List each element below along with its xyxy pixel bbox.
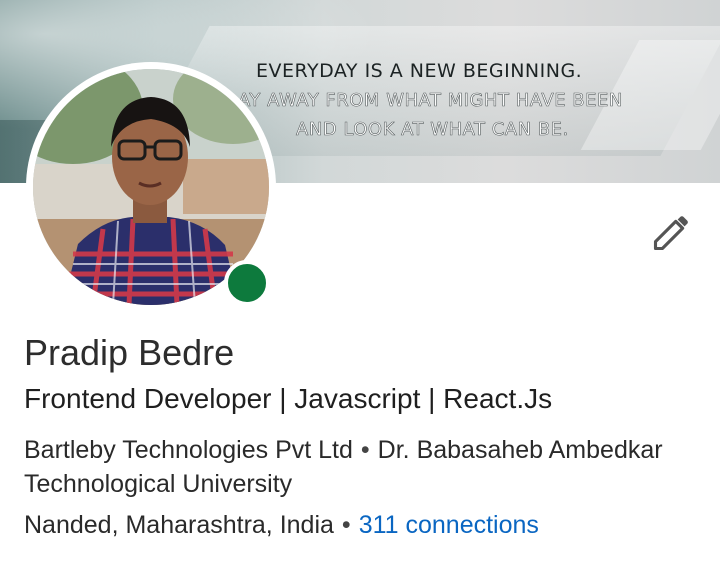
- profile-location: Nanded, Maharashtra, India: [24, 511, 334, 539]
- online-status-dot: [224, 260, 270, 306]
- separator-dot: •: [341, 511, 351, 539]
- profile-experience-education: Bartleby Technologies Pvt Ltd • Dr. Babasa…: [24, 433, 664, 501]
- separator-dot: •: [360, 436, 370, 464]
- banner-quote-line-3: AND LOOK AT WHAT CAN BE.: [296, 119, 569, 141]
- banner-quote-line-2: AY AWAY FROM WHAT MIGHT HAVE BEEN: [238, 90, 623, 111]
- pencil-icon: [653, 216, 688, 251]
- banner-quote-line-1: EVERYDAY IS A NEW BEGINNING.: [256, 60, 583, 82]
- edit-profile-button[interactable]: [646, 206, 698, 258]
- profile-page: EVERYDAY IS A NEW BEGINNING. AY AWAY FRO…: [0, 0, 720, 570]
- profile-headline: Frontend Developer | Javascript | React.…: [24, 383, 553, 414]
- connections-link[interactable]: 311 connections: [359, 511, 539, 539]
- profile-name: Pradip Bedre: [24, 332, 235, 373]
- company-link[interactable]: Bartleby Technologies Pvt Ltd: [24, 436, 353, 464]
- location-row: Nanded, Maharashtra, India • 311 connectio…: [24, 511, 539, 540]
